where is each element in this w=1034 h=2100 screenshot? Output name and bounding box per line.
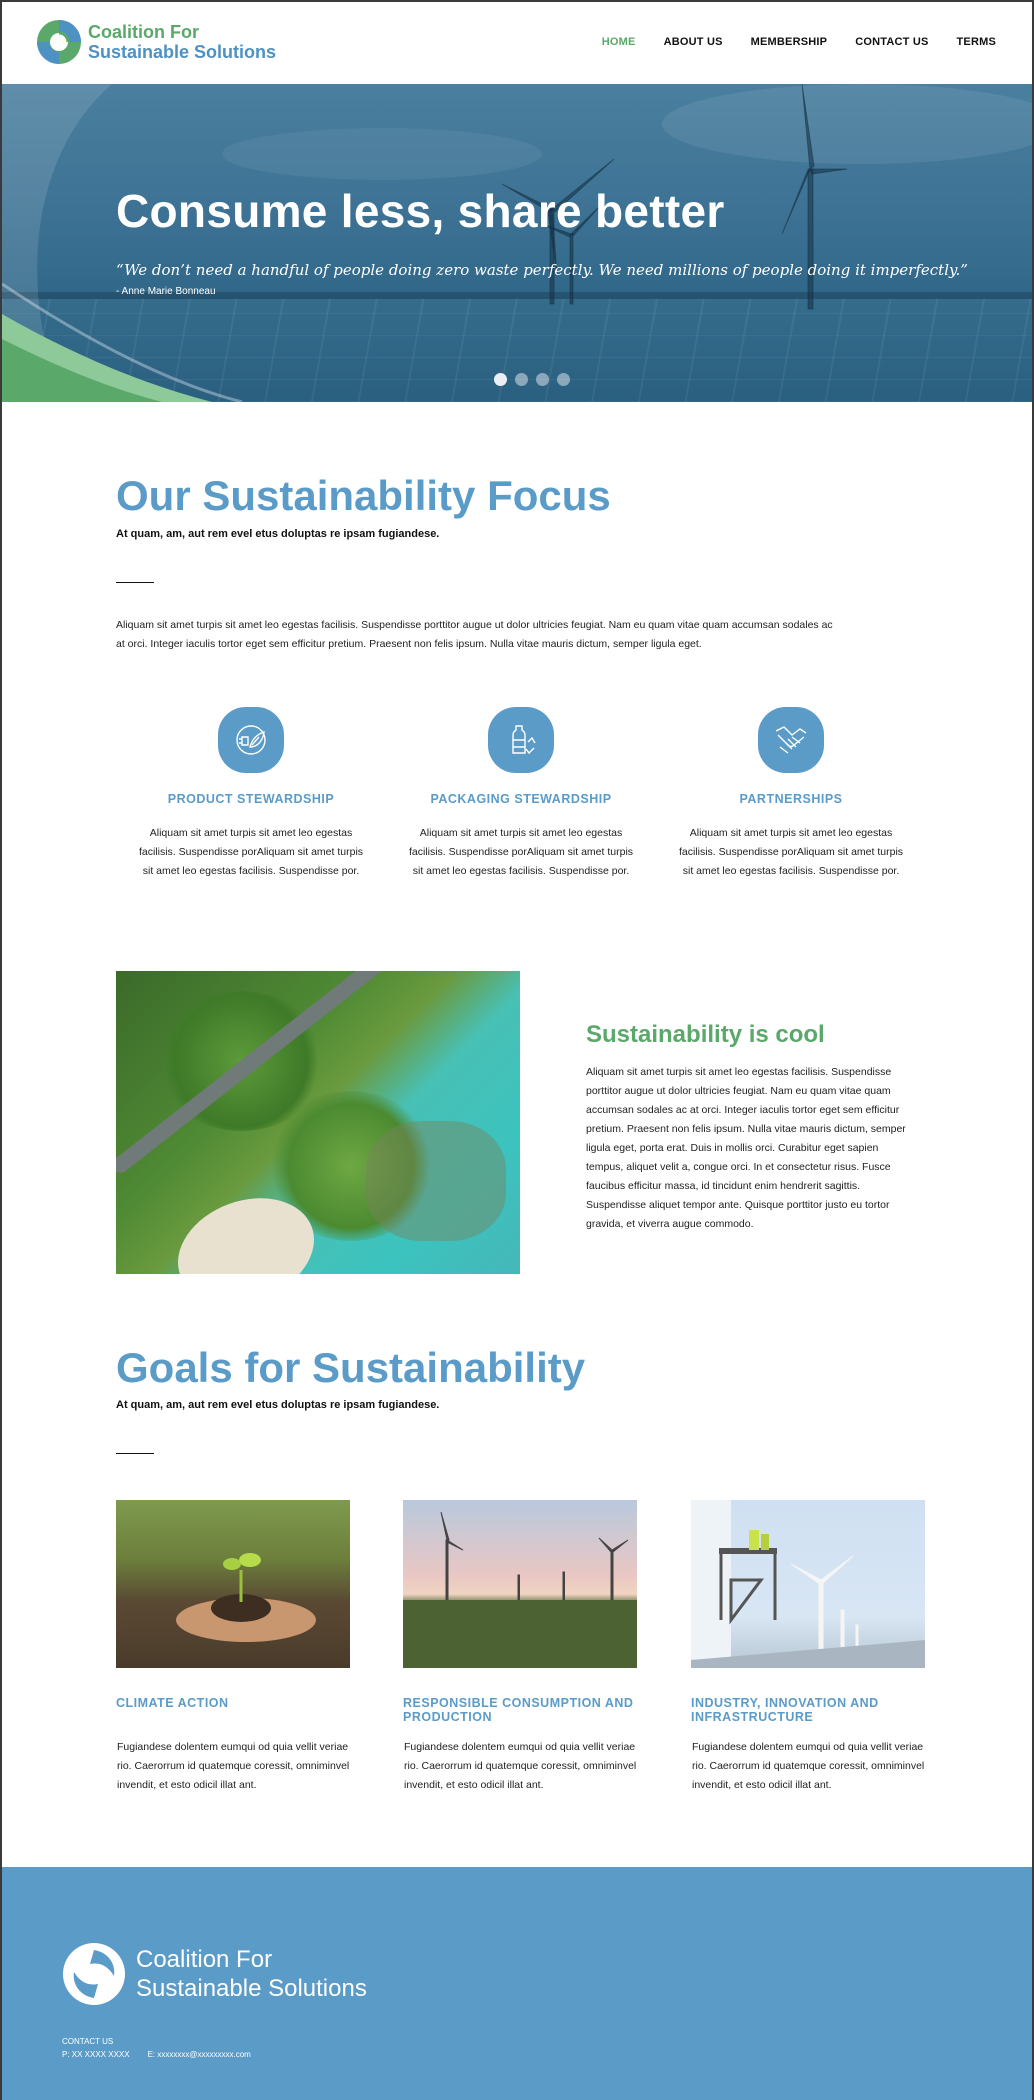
wind-field-photo xyxy=(403,1500,637,1668)
goals-divider xyxy=(116,1453,154,1454)
focus-intro: Aliquam sit amet turpis sit amet leo ege… xyxy=(116,619,833,650)
reef-shape xyxy=(366,1121,506,1241)
nav-terms[interactable]: TERMS xyxy=(957,36,997,48)
feature-product-stewardship: PRODUCT STEWARDSHIP Aliquam sit amet tur… xyxy=(136,707,366,881)
feature-title: PACKAGING STEWARDSHIP xyxy=(430,792,612,806)
feature-badge xyxy=(488,707,554,773)
aerial-coast-image xyxy=(116,971,520,1274)
turbine-workers-art xyxy=(691,1500,925,1668)
goal-title: CLIMATE ACTION xyxy=(116,1696,229,1710)
hero-banner: Consume less, share better “We don’t nee… xyxy=(2,84,1032,402)
slider-dot-3[interactable] xyxy=(536,373,549,386)
footer-logo-line-2: Sustainable Solutions xyxy=(136,1975,367,2002)
hero-swoosh-art xyxy=(2,84,243,402)
feature-packaging-stewardship: PACKAGING STEWARDSHIP Aliquam sit amet t… xyxy=(406,707,636,881)
nav-about-us[interactable]: ABOUT US xyxy=(664,36,723,48)
swirl-logo-icon xyxy=(63,1943,125,2005)
goal-text: Fugiandese dolentem eumqui od quia velli… xyxy=(117,1741,350,1791)
footer-logo-text: Coalition For Sustainable Solutions xyxy=(136,1945,367,2003)
hero-author: - Anne Marie Bonneau xyxy=(116,286,216,297)
goals-title: Goals for Sustainability xyxy=(116,1344,586,1391)
seedling-art xyxy=(176,1553,316,1642)
main-nav: HOME ABOUT US MEMBERSHIP CONTACT US TERM… xyxy=(574,36,996,48)
footer-phone: P: XX XXXX XXXX xyxy=(62,2050,130,2059)
goal-card-industry-innovation[interactable]: INDUSTRY, INNOVATION AND INFRASTRUCTURE … xyxy=(691,1500,925,1791)
feature-badge xyxy=(758,707,824,773)
feature-title: PRODUCT STEWARDSHIP xyxy=(167,792,335,806)
goal-card-responsible-consumption[interactable]: RESPONSIBLE CONSUMPTION AND PRODUCTION F… xyxy=(403,1500,637,1791)
feature-text: Aliquam sit amet turpis sit amet leo ege… xyxy=(678,827,904,877)
goal-title: RESPONSIBLE CONSUMPTION AND PRODUCTION xyxy=(403,1696,634,1724)
logo-line-2: Sustainable Solutions xyxy=(88,42,277,62)
nav-contact-us[interactable]: CONTACT US xyxy=(855,36,928,48)
goal-title: INDUSTRY, INNOVATION AND INFRASTRUCTURE xyxy=(691,1696,879,1724)
feature-title: PARTNERSHIPS xyxy=(739,792,843,806)
focus-divider xyxy=(116,582,154,583)
bottle-recycle-icon xyxy=(512,725,536,755)
nav-membership[interactable]: MEMBERSHIP xyxy=(751,36,828,48)
swirl-logo-icon xyxy=(37,20,81,64)
site-footer: Coalition For Sustainable Solutions CONT… xyxy=(2,1867,1032,2100)
plug-leaf-icon xyxy=(236,725,266,755)
footer-contact-details: P: XX XXXX XXXX E: xxxxxxxx@xxxxxxxxx.co… xyxy=(62,2050,269,2059)
slider-dot-4[interactable] xyxy=(557,373,570,386)
goal-card-climate-action[interactable]: CLIMATE ACTION Fugiandese dolentem eumqu… xyxy=(116,1500,350,1791)
footer-logo-line-1: Coalition For xyxy=(136,1946,273,1973)
focus-subtitle: At quam, am, aut rem evel etus doluptas … xyxy=(116,528,440,540)
footer-email[interactable]: E: xxxxxxxx@xxxxxxxxx.com xyxy=(148,2050,251,2059)
feature-text: Aliquam sit amet turpis sit amet leo ege… xyxy=(408,827,634,877)
slider-dots xyxy=(494,373,578,386)
seedling-photo xyxy=(116,1500,350,1668)
goals-subtitle: At quam, am, aut rem evel etus doluptas … xyxy=(116,1399,440,1411)
slider-dot-2[interactable] xyxy=(515,373,528,386)
nav-home[interactable]: HOME xyxy=(602,36,636,48)
logo-line-1: Coalition For xyxy=(88,22,199,42)
hero-quote: “We don’t need a handful of people doing… xyxy=(116,261,968,279)
goal-text: Fugiandese dolentem eumqui od quia velli… xyxy=(692,1741,925,1791)
handshake-icon xyxy=(775,726,807,754)
slider-dot-1[interactable] xyxy=(494,373,507,386)
site-header: Coalition For Sustainable Solutions HOME… xyxy=(2,2,1032,84)
focus-title: Our Sustainability Focus xyxy=(116,472,611,519)
cool-title: Sustainability is cool xyxy=(586,1021,825,1048)
hero-title: Consume less, share better xyxy=(116,185,725,237)
page-frame: Coalition For Sustainable Solutions HOME… xyxy=(0,0,1034,2100)
cool-text: Aliquam sit amet turpis sit amet leo ege… xyxy=(586,1066,906,1230)
feature-badge xyxy=(218,707,284,773)
goal-text: Fugiandese dolentem eumqui od quia velli… xyxy=(404,1741,637,1791)
turbine-workers-photo xyxy=(691,1500,925,1668)
feature-text: Aliquam sit amet turpis sit amet leo ege… xyxy=(138,827,364,877)
footer-logo[interactable]: Coalition For Sustainable Solutions xyxy=(62,1942,367,2006)
site-logo[interactable]: Coalition For Sustainable Solutions xyxy=(36,19,276,65)
feature-partnerships: PARTNERSHIPS Aliquam sit amet turpis sit… xyxy=(676,707,906,881)
footer-contact-label: CONTACT US xyxy=(62,2037,114,2046)
wind-field-art xyxy=(403,1511,637,1668)
logo-text: Coalition For Sustainable Solutions xyxy=(88,22,276,62)
